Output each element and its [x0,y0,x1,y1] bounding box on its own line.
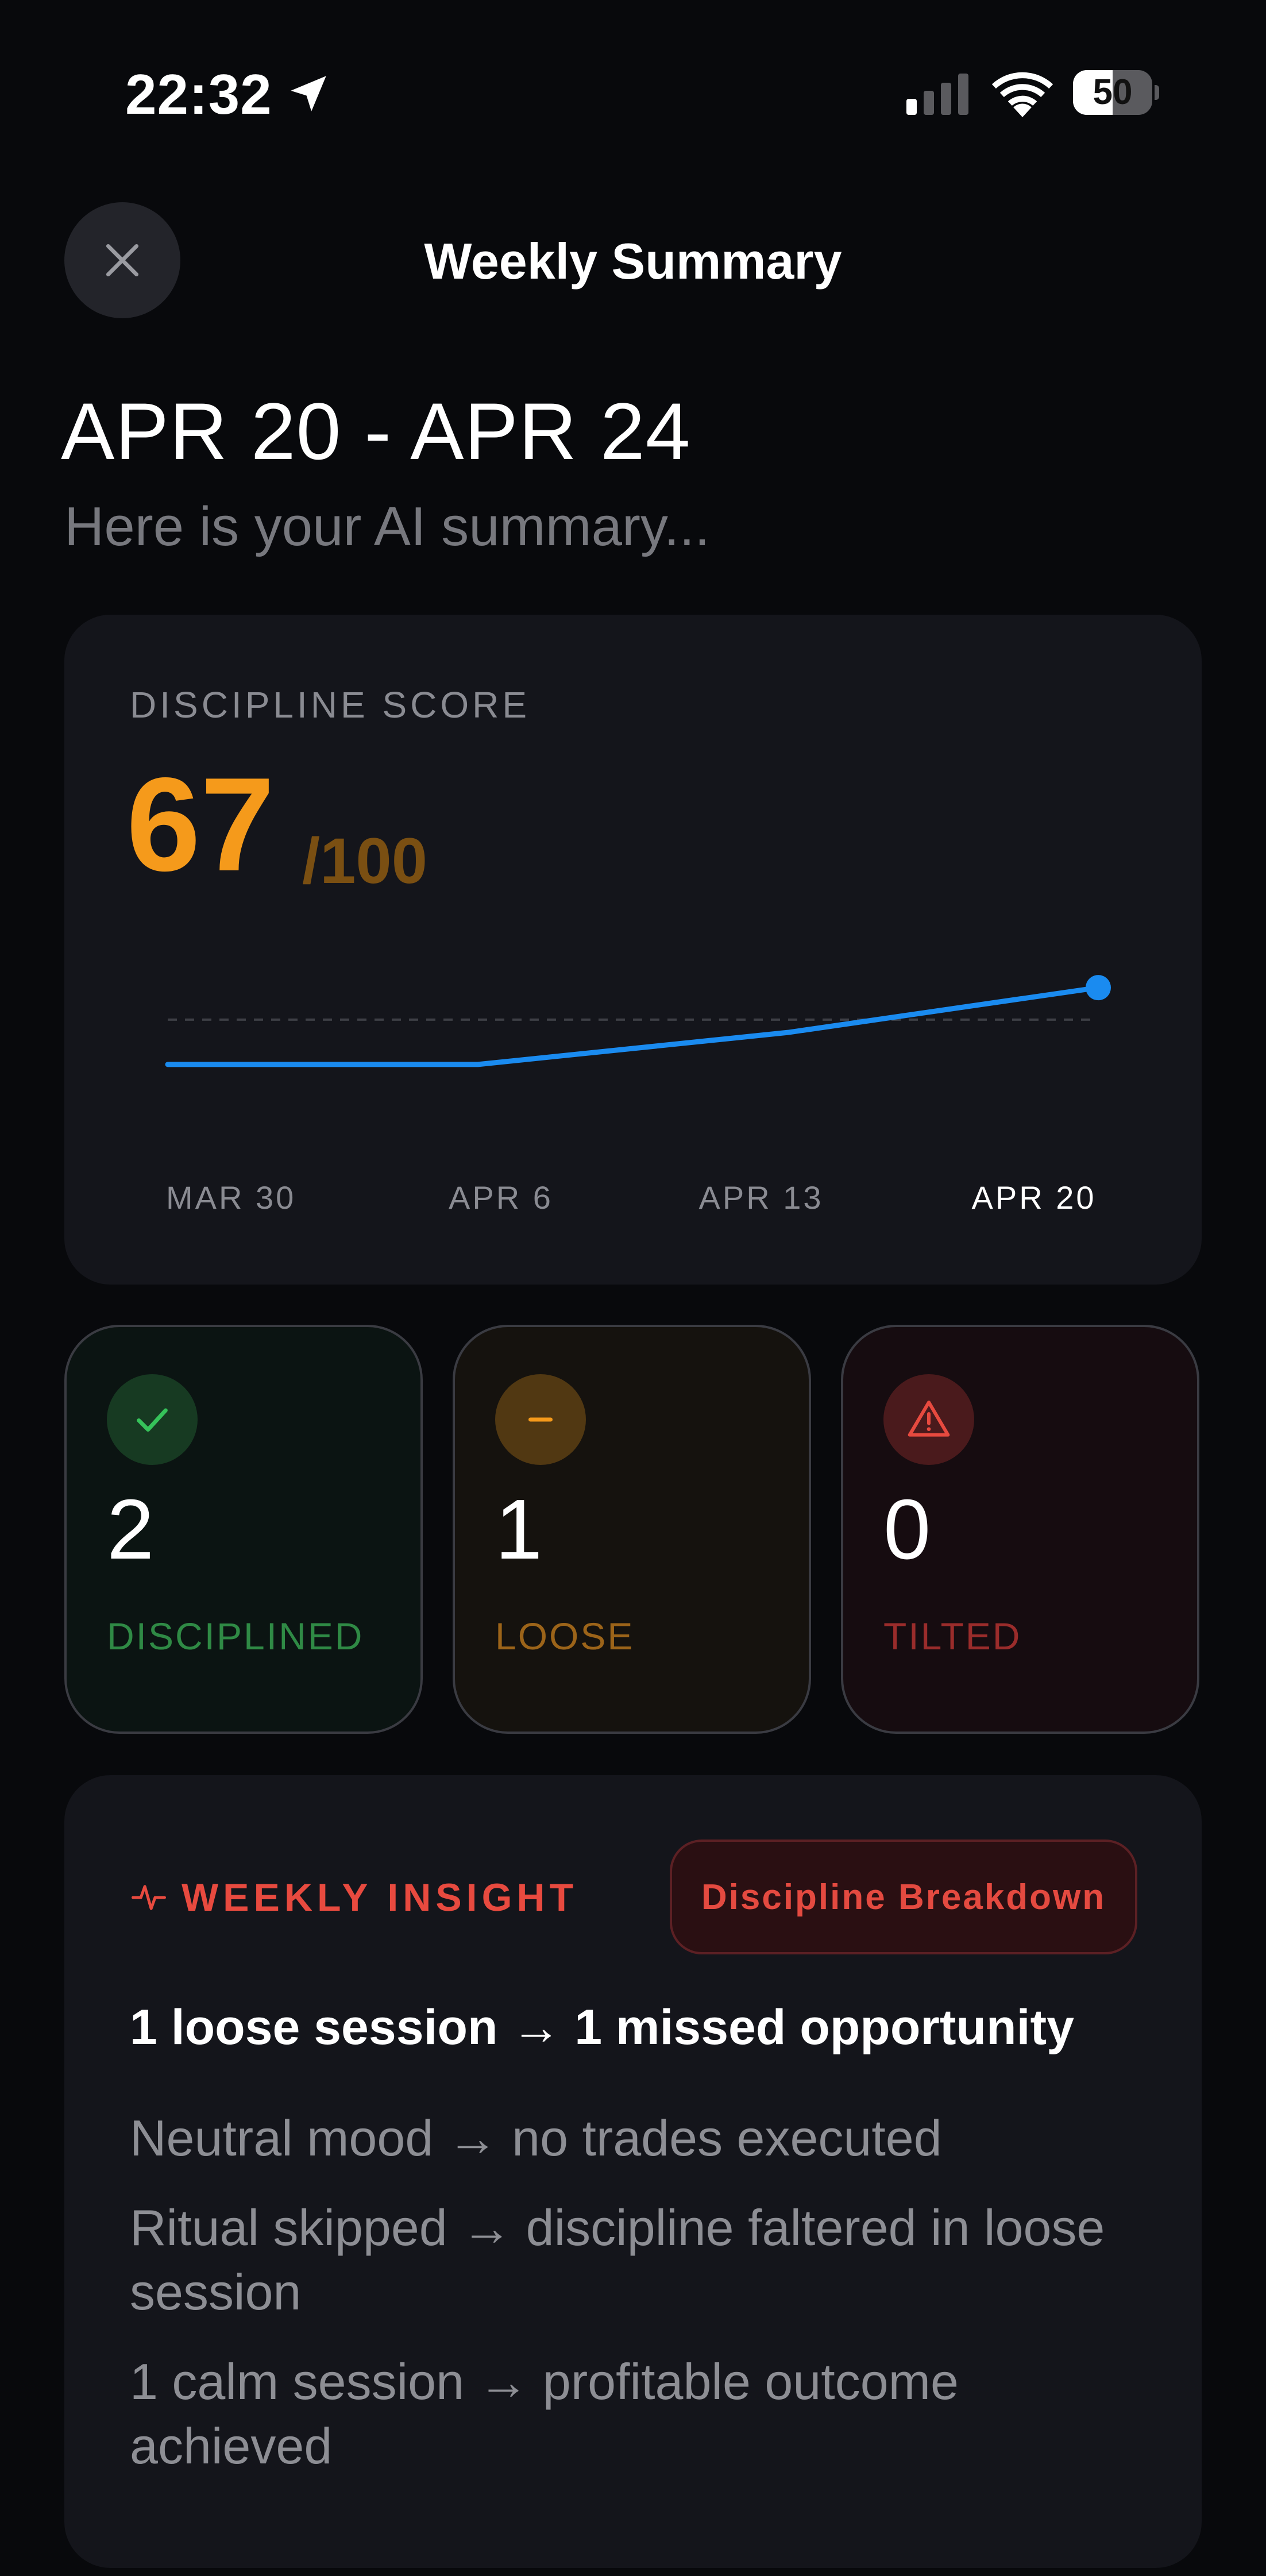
location-arrow-icon [291,76,326,111]
warning-icon [883,1374,974,1465]
loose-count: 1 [495,1482,543,1577]
discipline-breakdown-button[interactable]: Discipline Breakdown [670,1840,1137,1954]
battery-icon: 50 [1073,70,1159,115]
wifi-icon [991,72,1053,117]
tilted-count: 0 [883,1482,931,1577]
signal-icon [906,74,968,115]
disciplined-count: 2 [107,1482,155,1577]
disciplined-stat-card[interactable]: 2 DISCIPLINED [64,1325,423,1734]
chart-tick-label: APR 13 [698,1179,824,1216]
tilted-stat-card[interactable]: 0 TILTED [841,1325,1199,1734]
loose-stat-card[interactable]: 1 LOOSE [453,1325,811,1734]
weekly-insight-heading: WEEKLY INSIGHT [130,1875,578,1920]
status-bar: 22:32 50 [0,0,1266,190]
chart-series-line [165,985,1101,1067]
discipline-score-card: DISCIPLINE SCORE 67 /100 MAR 30 APR 6 APR … [64,615,1202,1285]
loose-label: LOOSE [495,1615,635,1657]
date-range: APR 20 - APR 24 [61,386,691,476]
status-time: 22:32 [125,63,272,126]
chart-tick-label: APR 6 [449,1179,553,1216]
weekly-insight-card: WEEKLY INSIGHT Discipline Breakdown 1 lo… [64,1775,1202,2568]
page-title: Weekly Summary [424,233,842,290]
disciplined-label: DISCIPLINED [107,1615,364,1657]
chart-current-point [1086,975,1111,1001]
tilted-label: TILTED [883,1615,1022,1657]
chart-tick-label: APR 20 [971,1179,1097,1216]
summary-subtitle: Here is your AI summary... [64,496,710,557]
minus-icon [495,1374,586,1465]
battery-level: 50 [1093,72,1133,112]
insight-item: 1 calm session → profitable outcome achi… [130,2353,959,2474]
insight-item: Neutral mood → no trades executed [130,2110,942,2166]
insight-headline: 1 loose session → 1 missed opportunity [130,2000,1074,2055]
pulse-icon [132,1885,166,1910]
insight-list: Neutral mood → no trades executed Ritual… [130,2106,1164,2504]
check-icon [107,1374,198,1465]
chart-tick-label: MAR 30 [166,1179,296,1216]
weekly-insight-title: WEEKLY INSIGHT [182,1876,578,1919]
insight-item: Ritual skipped → discipline faltered in … [130,2199,1105,2320]
